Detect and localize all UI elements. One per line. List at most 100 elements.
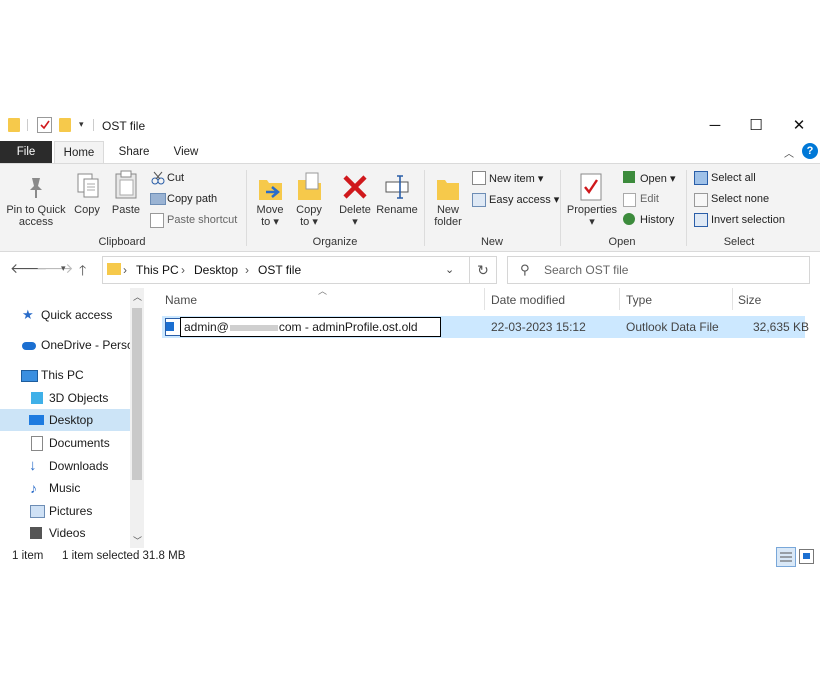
tab-view[interactable]: View [162,141,210,163]
nav-desktop[interactable]: Desktop [0,409,130,431]
breadcrumb-separator: › [123,263,127,277]
forward-arrow-icon[interactable]: 🡒 [36,260,74,277]
pin-to-quick-access-button[interactable]: Pin to Quick access [2,204,70,228]
breadcrumb-separator: › [245,263,249,277]
nav-documents[interactable]: Documents [0,432,130,454]
sort-ascending-icon: ︿ [318,286,328,296]
paste-icon [114,170,138,203]
computer-icon [21,370,38,382]
ribbon-tabs: File Home Share View ︿ ? [0,141,820,164]
scrollbar-thumb[interactable] [132,308,142,480]
copy-path-icon [150,193,166,205]
delete-button[interactable]: Delete ▾ [337,204,373,228]
select-none-icon [694,193,708,207]
select-all-button[interactable]: Select all [711,172,756,184]
select-all-icon [694,171,708,185]
nav-this-pc[interactable]: This PC [0,364,130,386]
nav-onedrive[interactable]: OneDrive - Person [0,334,130,356]
delete-icon [342,174,368,203]
edit-button[interactable]: Edit [640,193,659,205]
title-bar: ▾ OST file ─ ☐ ✕ [0,108,820,142]
refresh-icon[interactable]: ↻ [469,256,497,284]
nav-downloads[interactable]: ↓ Downloads [0,455,130,477]
close-button[interactable]: ✕ [781,114,817,138]
video-icon [30,527,42,539]
rename-input[interactable]: admin@ com - adminProfile.ost.old [180,317,441,337]
breadcrumb-desktop[interactable]: Desktop [194,263,238,277]
column-header-size[interactable]: Size [738,293,761,307]
select-none-button[interactable]: Select none [711,193,769,205]
paste-button[interactable]: Paste [108,204,144,216]
customize-quick-access-icon[interactable]: ▾ [79,119,84,130]
copy-path-button[interactable]: Copy path [167,193,217,205]
move-to-icon [258,174,284,205]
paste-shortcut-button[interactable]: Paste shortcut [167,214,237,226]
ribbon: Pin to Quick access Copy Paste Cut Copy … [0,163,820,252]
address-bar[interactable]: › This PC › Desktop › OST file ⌄ [102,256,470,284]
collapse-ribbon-icon[interactable]: ︿ [784,145,794,160]
tab-file[interactable]: File [0,141,52,163]
pin-icon [26,176,46,203]
address-dropdown-icon[interactable]: ⌄ [445,263,454,276]
search-box[interactable]: ⚲ Search OST file [507,256,810,284]
file-date: 22-03-2023 15:12 [491,320,586,334]
new-folder-icon [435,174,461,205]
cut-button[interactable]: Cut [167,172,184,184]
file-size: 32,635 KB [753,320,810,334]
easy-access-button[interactable]: Easy access ▾ [489,193,559,206]
nav-pictures[interactable]: Pictures [0,500,130,522]
new-item-icon [472,171,486,185]
move-to-button[interactable]: Move to ▾ [252,204,288,228]
organize-group-label: Organize [312,236,358,248]
open-icon [623,171,635,183]
new-folder-button[interactable]: New folder [428,204,468,228]
scroll-down-icon[interactable]: ﹀ [133,534,142,547]
nav-scrollbar[interactable]: ︿ ﹀ [130,288,144,548]
large-icons-view-icon[interactable] [799,549,814,564]
recent-locations-icon[interactable]: ▾ [61,263,66,274]
column-header-type[interactable]: Type [626,293,652,307]
cut-icon [151,171,165,188]
breadcrumb-ost-file[interactable]: OST file [258,263,301,277]
copy-icon [76,172,100,203]
history-icon [623,213,635,225]
properties-button[interactable]: Properties ▾ [564,204,620,228]
new-item-button[interactable]: New item ▾ [489,172,543,185]
copy-button[interactable]: Copy [70,204,104,216]
tab-home[interactable]: Home [54,141,104,164]
help-icon[interactable]: ? [802,143,818,159]
rename-button[interactable]: Rename [376,204,418,216]
nav-quick-access[interactable]: ★ Quick access [0,304,130,326]
pictures-icon [30,505,45,518]
nav-3d-objects[interactable]: 3D Objects [0,387,130,409]
rename-icon [384,174,412,203]
music-note-icon: ♪ [30,480,37,496]
maximize-button[interactable]: ☐ [738,114,774,138]
invert-selection-button[interactable]: Invert selection [711,214,785,226]
new-folder-quick-icon[interactable] [59,118,71,132]
select-group-label: Select [723,236,755,248]
open-button[interactable]: Open ▾ [640,172,676,185]
window-title: OST file [102,119,146,133]
desktop-icon [29,415,44,425]
nav-music[interactable]: ♪ Music [0,477,130,499]
history-button[interactable]: History [640,214,674,226]
status-item-count: 1 item [12,550,44,562]
nav-videos[interactable]: Videos [0,522,130,544]
copy-to-button[interactable]: Copy to ▾ [291,204,327,228]
details-view-icon[interactable] [776,547,796,567]
search-input[interactable]: Search OST file [544,263,628,277]
outlook-data-file-icon [165,318,181,336]
paste-shortcut-icon [150,213,164,228]
breadcrumb-this-pc[interactable]: This PC [136,263,179,277]
tab-share[interactable]: Share [110,141,158,163]
column-header-name[interactable]: Name [165,293,197,307]
minimize-button[interactable]: ─ [697,114,733,138]
scroll-up-icon[interactable]: ︿ [133,290,142,303]
file-row[interactable]: admin@ com - adminProfile.ost.old 22-03-2… [162,316,809,338]
column-header-date[interactable]: Date modified [491,293,565,307]
redacted-text [229,324,278,331]
up-arrow-icon[interactable]: 🡑 [79,260,86,284]
properties-check-icon[interactable] [37,117,52,133]
cloud-icon [22,342,36,350]
